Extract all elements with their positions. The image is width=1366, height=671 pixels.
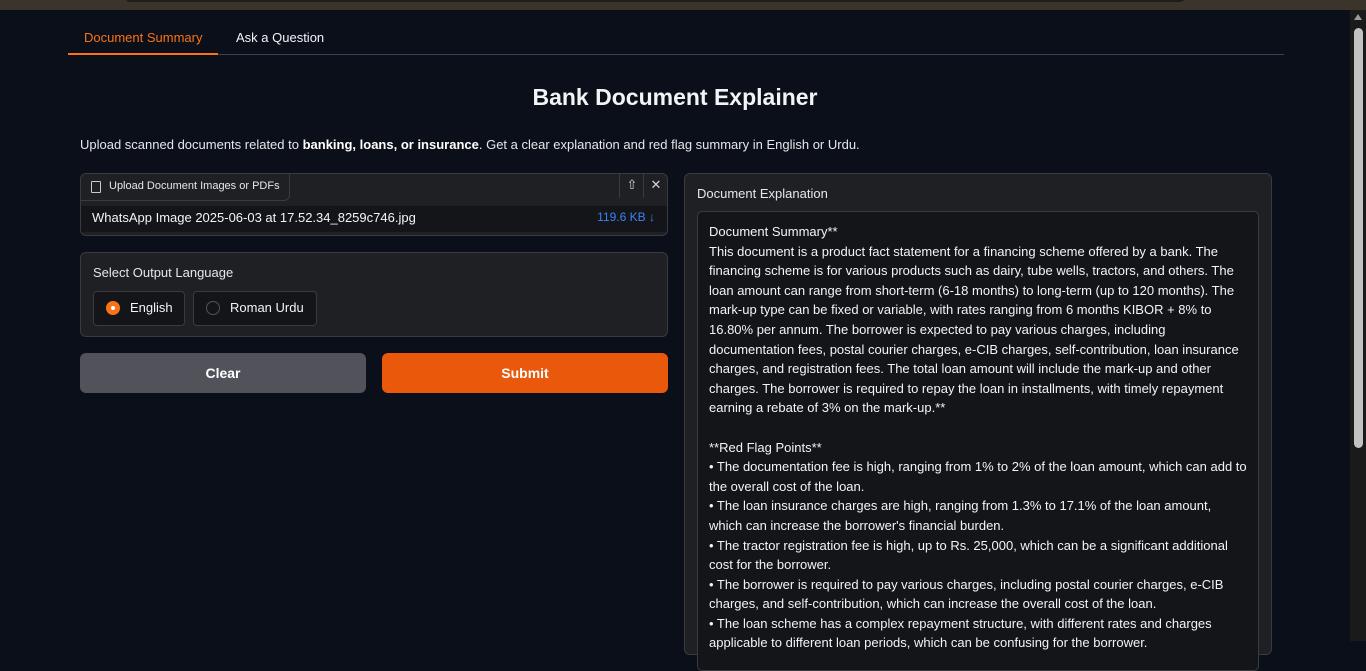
summary-heading: Document Summary** [709, 224, 838, 239]
summary-text: This document is a product fact statemen… [709, 243, 1239, 416]
description-text-start: Upload scanned documents related to [80, 137, 303, 152]
red-flag-item: • The documentation fee is high, ranging… [709, 459, 1247, 494]
description-text-end: . Get a clear explanation and red flag s… [478, 137, 860, 152]
file-upload-label: Upload Document Images or PDFs [81, 174, 290, 201]
browser-top-strip [0, 0, 1366, 10]
scroll-up-icon[interactable] [1354, 14, 1362, 20]
scrollbar-thumb[interactable] [1354, 28, 1363, 448]
tab-ask-a-question[interactable]: Ask a Question [220, 24, 340, 53]
document-explanation-label: Document Explanation [697, 186, 828, 201]
radio-english-label: English [130, 300, 173, 315]
tab-document-summary[interactable]: Document Summary [68, 24, 219, 55]
page-title: Bank Document Explainer [532, 84, 818, 110]
description-bold-text: banking, loans, or insurance [302, 137, 479, 152]
radio-selected-icon[interactable] [106, 301, 120, 315]
uploaded-file-name: WhatsApp Image 2025-06-03 at 17.52.34_82… [92, 210, 416, 225]
radio-roman-urdu-label: Roman Urdu [230, 300, 304, 315]
file-upload-area[interactable]: Upload Document Images or PDFs ⇧ ✕ Whats… [80, 173, 668, 236]
red-flag-heading: **Red Flag Points** [709, 439, 822, 455]
red-flag-item: • The loan scheme has a complex repaymen… [709, 615, 1212, 651]
page-scrollbar[interactable] [1350, 10, 1366, 641]
output-language-label: Select Output Language [93, 265, 234, 280]
file-upload-label-text: Upload Document Images or PDFs [109, 180, 280, 192]
uploaded-file-row: WhatsApp Image 2025-06-03 at 17.52.34_82… [81, 206, 667, 232]
clear-button[interactable]: Clear [80, 353, 366, 393]
radio-english[interactable]: English [93, 291, 185, 326]
red-flag-item: • The loan insurance charges are high, r… [709, 498, 1212, 533]
address-bar-edge [125, 0, 1185, 2]
tab-bar: Document Summary Ask a Question [68, 24, 1284, 55]
file-size-download-link[interactable]: 119.6 KB ↓ [597, 210, 655, 224]
document-icon [91, 181, 101, 193]
red-flag-item: • The tractor registration fee is high, … [709, 537, 1228, 573]
close-icon[interactable]: ✕ [643, 174, 668, 198]
document-explanation-panel: Document Explanation Document Summary** … [684, 173, 1272, 671]
upload-icon[interactable]: ⇧ [619, 174, 644, 198]
radio-unselected-icon[interactable] [206, 301, 220, 315]
radio-roman-urdu[interactable]: Roman Urdu [193, 291, 317, 326]
submit-button[interactable]: Submit [382, 353, 668, 393]
red-flag-item: • The borrower is required to pay variou… [709, 576, 1224, 612]
output-language-group: Select Output Language English Roman Urd… [80, 252, 668, 337]
document-explanation-output[interactable]: Document Summary** This document is a pr… [697, 211, 1259, 671]
page-description: Upload scanned documents related to bank… [80, 137, 860, 152]
